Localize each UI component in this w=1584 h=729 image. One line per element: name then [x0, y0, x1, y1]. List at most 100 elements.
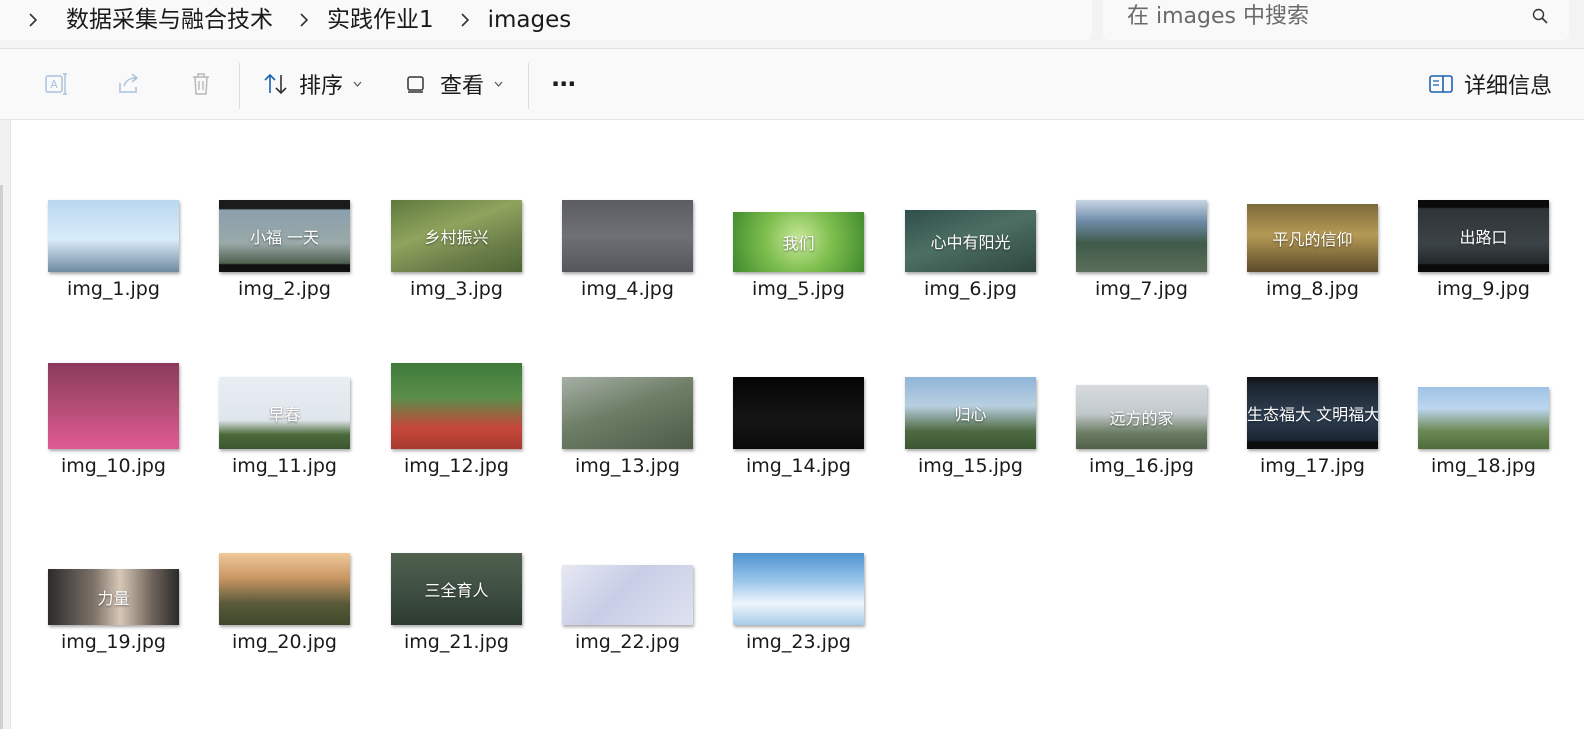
thumbnail-frame: 早春: [199, 297, 370, 449]
thumbnail-caption: 力量: [97, 589, 130, 608]
file-thumbnail: [1076, 200, 1207, 272]
file-item[interactable]: 小福 一天 img_2.jpg: [199, 120, 370, 300]
thumbnail-frame: [542, 120, 713, 272]
search-input[interactable]: 在 images 中搜索: [1103, 0, 1569, 40]
file-item[interactable]: img_18.jpg: [1398, 297, 1569, 477]
file-item[interactable]: img_22.jpg: [542, 473, 713, 653]
file-item[interactable]: 远方的家 img_16.jpg: [1056, 297, 1227, 477]
file-item[interactable]: img_13.jpg: [542, 297, 713, 477]
thumbnail-frame: 三全育人: [371, 473, 542, 625]
file-view: img_1.jpg 小福 一天 img_2.jpg 乡村振兴 img_3.jpg img_…: [0, 120, 1584, 729]
see-more-button[interactable]: ···: [551, 49, 576, 119]
file-item[interactable]: 心中有阳光 img_6.jpg: [885, 120, 1056, 300]
breadcrumb-item[interactable]: 数据采集与融合技术: [66, 0, 273, 40]
view-label: 查看: [440, 74, 485, 99]
command-bar: A 排序 查看 ··· 详细信息: [0, 49, 1584, 120]
rename-button[interactable]: A: [44, 49, 70, 119]
file-item[interactable]: 早春 img_11.jpg: [199, 297, 370, 477]
rename-icon: A: [44, 71, 70, 97]
file-item[interactable]: img_14.jpg: [713, 297, 884, 477]
thumbnail-caption: 我们: [782, 234, 815, 253]
file-name: img_19.jpg: [61, 631, 166, 653]
file-thumbnail: 出路口: [1418, 200, 1549, 272]
file-name: img_20.jpg: [232, 631, 337, 653]
chevron-down-icon: [353, 81, 362, 87]
thumbnail-frame: [542, 297, 713, 449]
file-name: img_15.jpg: [918, 455, 1023, 477]
file-name: img_22.jpg: [575, 631, 680, 653]
details-label: 详细信息: [1464, 74, 1553, 99]
address-row: 数据采集与融合技术 实践作业1 images 在 images 中搜索: [0, 0, 1584, 49]
thumbnail-caption: 远方的家: [1109, 409, 1174, 428]
file-thumbnail: 平凡的信仰: [1247, 204, 1378, 272]
share-button[interactable]: [116, 49, 142, 119]
file-item[interactable]: img_10.jpg: [28, 297, 199, 477]
file-item[interactable]: 乡村振兴 img_3.jpg: [371, 120, 542, 300]
chevron-right-icon[interactable]: [297, 0, 311, 40]
file-thumbnail: 我们: [733, 212, 864, 272]
file-thumbnail: 三全育人: [391, 553, 522, 625]
thumbnail-frame: 生态福大 文明福大: [1227, 297, 1398, 449]
toolbar-divider: [239, 63, 240, 109]
file-item[interactable]: 平凡的信仰 img_8.jpg: [1227, 120, 1398, 300]
file-thumbnail: 归心: [905, 377, 1036, 449]
breadcrumb-item[interactable]: 实践作业1: [327, 0, 434, 40]
file-thumbnail: [562, 377, 693, 449]
thumbnail-frame: [28, 297, 199, 449]
file-thumbnail: 远方的家: [1076, 385, 1207, 449]
details-pane-button[interactable]: 详细信息: [1428, 49, 1552, 119]
file-thumbnail: 早春: [219, 377, 350, 449]
sort-icon: [262, 71, 290, 97]
toolbar-divider: [528, 63, 529, 109]
file-thumbnail: [1418, 387, 1549, 449]
thumbnail-caption: 平凡的信仰: [1272, 230, 1353, 249]
file-name: img_17.jpg: [1260, 455, 1365, 477]
file-thumbnail: [562, 200, 693, 272]
thumbnail-frame: 归心: [885, 297, 1056, 449]
file-thumbnail: [391, 363, 522, 449]
thumbnail-frame: [1056, 120, 1227, 272]
file-thumbnail: 小福 一天: [219, 200, 350, 272]
file-item[interactable]: img_23.jpg: [713, 473, 884, 653]
share-icon: [116, 71, 142, 97]
thumbnail-frame: 出路口: [1398, 120, 1569, 272]
thumbnail-frame: 乡村振兴: [371, 120, 542, 272]
view-button[interactable]: 查看: [406, 49, 503, 119]
thumbnail-caption: 归心: [954, 405, 987, 424]
file-name: img_16.jpg: [1089, 455, 1194, 477]
thumbnail-frame: [713, 473, 884, 625]
thumbnail-caption: 早春: [268, 405, 301, 424]
file-name: img_21.jpg: [404, 631, 509, 653]
file-item[interactable]: img_20.jpg: [199, 473, 370, 653]
thumbnail-frame: 小福 一天: [199, 120, 370, 272]
more-icon: ···: [551, 70, 576, 98]
file-thumbnail: [219, 553, 350, 625]
file-item[interactable]: 生态福大 文明福大 img_17.jpg: [1227, 297, 1398, 477]
sort-button[interactable]: 排序: [262, 49, 362, 119]
thumbnail-frame: [1398, 297, 1569, 449]
chevron-down-icon: [494, 81, 503, 87]
file-thumbnail: 生态福大 文明福大: [1247, 377, 1378, 449]
breadcrumb[interactable]: 数据采集与融合技术 实践作业1 images: [0, 0, 1092, 40]
thumbnail-frame: [28, 120, 199, 272]
file-item[interactable]: img_12.jpg: [371, 297, 542, 477]
search-icon[interactable]: [1531, 7, 1549, 25]
breadcrumb-item[interactable]: images: [488, 0, 572, 40]
chevron-right-icon[interactable]: [458, 0, 472, 40]
file-item[interactable]: img_4.jpg: [542, 120, 713, 300]
file-item[interactable]: 三全育人 img_21.jpg: [371, 473, 542, 653]
delete-button[interactable]: [188, 49, 214, 119]
thumbnail-frame: 平凡的信仰: [1227, 120, 1398, 272]
file-item[interactable]: img_7.jpg: [1056, 120, 1227, 300]
chevron-right-icon[interactable]: [26, 0, 40, 40]
file-item[interactable]: img_1.jpg: [28, 120, 199, 300]
file-item[interactable]: 力量 img_19.jpg: [28, 473, 199, 653]
file-grid: img_1.jpg 小福 一天 img_2.jpg 乡村振兴 img_3.jpg img_…: [0, 120, 1584, 729]
thumbnail-frame: 力量: [28, 473, 199, 625]
file-item[interactable]: 我们 img_5.jpg: [713, 120, 884, 300]
sort-label: 排序: [299, 74, 344, 99]
file-item[interactable]: 出路口 img_9.jpg: [1398, 120, 1569, 300]
file-thumbnail: 力量: [48, 569, 179, 625]
svg-text:A: A: [50, 78, 58, 91]
file-item[interactable]: 归心 img_15.jpg: [885, 297, 1056, 477]
